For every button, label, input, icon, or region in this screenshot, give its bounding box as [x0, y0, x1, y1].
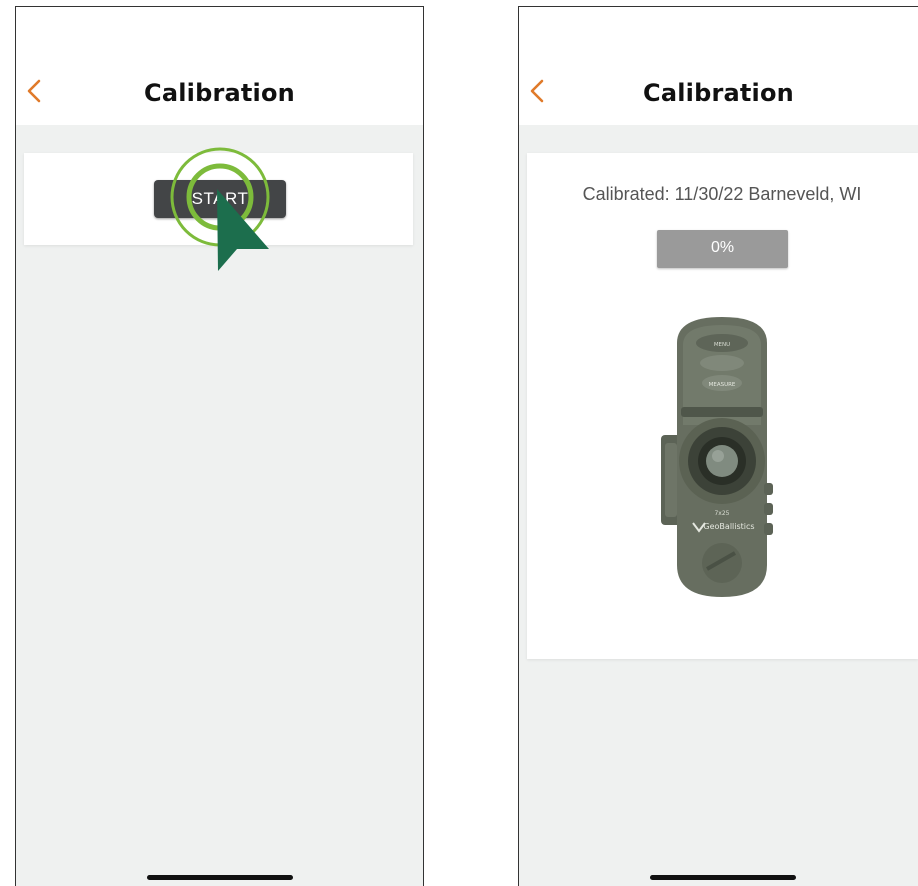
home-indicator [650, 875, 796, 880]
calibrated-status: Calibrated: 11/30/22 Barneveld, WI [582, 184, 862, 204]
menu-label: MENU [714, 342, 730, 348]
calibration-progress: 0% [657, 230, 788, 268]
progress-label: 0% [710, 239, 735, 256]
page-title: Calibration [144, 79, 295, 107]
page-title: Calibration [643, 79, 794, 107]
nav-header: Calibration [16, 7, 423, 125]
brand-label: GeoBallistics [703, 522, 754, 531]
rangefinder-image: MENU MEASURE 7x25 GeoBallistics [661, 317, 773, 597]
home-indicator [147, 875, 293, 880]
calibration-card: Calibrated: 11/30/22 Barneveld, WI 0% ME… [527, 153, 918, 659]
model-label: 7x25 [714, 510, 729, 517]
phone-screen-left: Calibration START [15, 6, 424, 886]
measure-label: MEASURE [709, 382, 736, 388]
phone-screen-right: Calibration Calibrated: 11/30/22 Barneve… [518, 6, 918, 886]
nav-header: Calibration [519, 7, 918, 125]
tap-cursor-icon [170, 147, 270, 271]
